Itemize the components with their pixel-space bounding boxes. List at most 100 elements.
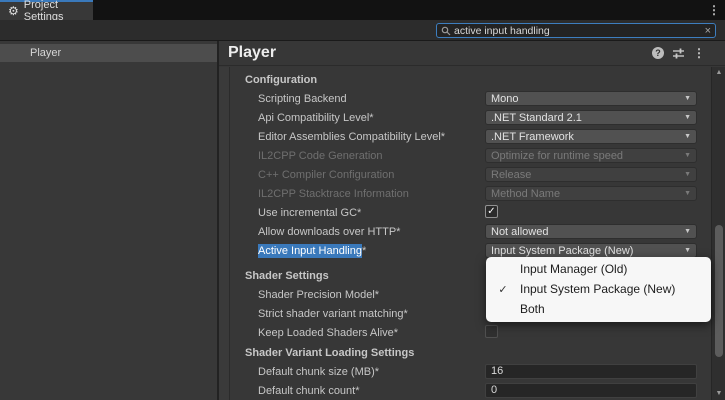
scroll-up-icon[interactable]: ▲ (712, 67, 725, 79)
row-control: 16 (485, 364, 697, 379)
dropdown-value: Not allowed (491, 226, 684, 238)
search-icon (441, 26, 451, 36)
checkbox[interactable]: ✓ (485, 205, 498, 218)
help-icon[interactable]: ? (652, 47, 664, 59)
row-label: Strict shader variant matching* (258, 308, 408, 320)
tab-strip: ⚙ Project Settings ⋮ (0, 0, 725, 20)
row-label: Shader Settings (245, 270, 329, 282)
window-body: Player Player ? ⋮ Configurati (0, 41, 725, 400)
chevron-down-icon: ▼ (684, 190, 691, 197)
tab-project-settings[interactable]: ⚙ Project Settings (0, 0, 93, 20)
vertical-scrollbar[interactable]: ▲ ▼ (711, 67, 725, 400)
dropdown-value: Input System Package (New) (491, 245, 684, 257)
row-label: IL2CPP Stacktrace Information (258, 188, 409, 200)
sidebar-item-label: Player (30, 47, 61, 59)
row-label: Default chunk size (MB)* (258, 366, 379, 378)
settings-row: Scripting Backend Mono▼ (219, 89, 711, 108)
settings-row: Allow downloads over HTTP* Not allowed▼ (219, 222, 711, 241)
settings-section-header: Shader Variant Loading Settings (219, 344, 711, 362)
search-box[interactable]: × (436, 23, 716, 38)
chevron-down-icon: ▼ (684, 114, 691, 121)
dropdown-value: Release (491, 169, 684, 181)
settings-section-header: Configuration (219, 71, 711, 89)
row-control: Not allowed▼ (485, 224, 697, 239)
row-control: .NET Framework▼ (485, 129, 697, 144)
active-input-handling-dropdown-menu: Input Manager (Old)✓Input System Package… (486, 257, 711, 322)
chevron-down-icon: ▼ (684, 152, 691, 159)
panel-header: Player ? ⋮ (219, 41, 725, 66)
dropdown-value: Mono (491, 93, 684, 105)
dropdown-field[interactable]: Input System Package (New)▼ (485, 243, 697, 258)
panel-kebab-menu-icon[interactable]: ⋮ (693, 47, 705, 59)
chevron-down-icon: ▼ (684, 171, 691, 178)
settings-row: IL2CPP Code Generation Optimize for runti… (219, 146, 711, 165)
row-label: Scripting Backend (258, 93, 347, 105)
tabstrip-kebab-menu-icon[interactable]: ⋮ (707, 3, 721, 17)
row-control: 0 (485, 383, 697, 398)
text-field[interactable]: 0 (485, 383, 697, 398)
settings-row: C++ Compiler Configuration Release▼ (219, 165, 711, 184)
settings-row: Use incremental GC* ✓ (219, 203, 711, 222)
row-label: Use incremental GC* (258, 207, 361, 219)
row-control: .NET Standard 2.1▼ (485, 110, 697, 125)
row-label: Configuration (245, 74, 317, 86)
row-control: Optimize for runtime speed▼ (485, 148, 697, 163)
gear-icon: ⚙ (8, 5, 19, 17)
row-label: Keep Loaded Shaders Alive* (258, 327, 398, 339)
settings-toolbar: × (0, 20, 725, 41)
dropdown-field[interactable]: .NET Standard 2.1▼ (485, 110, 697, 125)
settings-sidebar: Player (0, 41, 219, 400)
settings-rows: ConfigurationScripting BackendMono▼Api C… (219, 67, 711, 400)
row-label: Shader Precision Model* (258, 289, 379, 301)
settings-row: Api Compatibility Level* .NET Standard 2.… (219, 108, 711, 127)
dropdown-field: Release▼ (485, 167, 697, 182)
checkbox[interactable] (485, 325, 498, 338)
row-label: Allow downloads over HTTP* (258, 226, 400, 238)
row-label: Active Input Handling* (258, 245, 366, 257)
dropdown-field: Optimize for runtime speed▼ (485, 148, 697, 163)
settings-row: IL2CPP Stacktrace Information Method Name… (219, 184, 711, 203)
row-label: IL2CPP Code Generation (258, 150, 383, 162)
settings-row: Default chunk count* 0 (219, 381, 711, 400)
dropdown-value: .NET Framework (491, 131, 684, 143)
row-label: Api Compatibility Level* (258, 112, 374, 124)
row-control: Input System Package (New)▼ (485, 243, 697, 258)
row-label: Default chunk count* (258, 385, 360, 397)
row-control: Release▼ (485, 167, 697, 182)
check-icon: ✓ (486, 283, 520, 296)
chevron-down-icon: ▼ (684, 95, 691, 102)
row-control: Method Name▼ (485, 186, 697, 201)
row-control (485, 325, 697, 340)
search-input[interactable] (454, 25, 702, 37)
sidebar-item-player[interactable]: Player (0, 44, 217, 62)
text-field[interactable]: 16 (485, 364, 697, 379)
settings-row: Editor Assemblies Compatibility Level* .N… (219, 127, 711, 146)
dropdown-menu-item[interactable]: ✓Input System Package (New) (486, 279, 711, 299)
row-label: Editor Assemblies Compatibility Level* (258, 131, 445, 143)
menu-item-label: Input Manager (Old) (520, 262, 711, 276)
dropdown-value: .NET Standard 2.1 (491, 112, 684, 124)
player-settings-panel: Player ? ⋮ Configuration Scripting Backen… (219, 41, 725, 400)
dropdown-value: Optimize for runtime speed (491, 150, 684, 162)
scrollbar-thumb[interactable] (715, 225, 723, 357)
chevron-down-icon: ▼ (684, 133, 691, 140)
scroll-down-icon[interactable]: ▼ (712, 388, 725, 400)
row-control: Mono▼ (485, 91, 697, 106)
dropdown-menu-item[interactable]: Input Manager (Old) (486, 259, 711, 279)
search-match-highlight: Active Input Handling (258, 244, 362, 258)
menu-item-label: Input System Package (New) (520, 282, 711, 296)
dropdown-field: Method Name▼ (485, 186, 697, 201)
page-title: Player (228, 44, 652, 62)
dropdown-field[interactable]: .NET Framework▼ (485, 129, 697, 144)
header-icons: ? ⋮ (652, 47, 705, 60)
dropdown-field[interactable]: Not allowed▼ (485, 224, 697, 239)
dropdown-field[interactable]: Mono▼ (485, 91, 697, 106)
preset-icon[interactable] (672, 47, 685, 60)
settings-row: Keep Loaded Shaders Alive* (219, 323, 711, 342)
row-control: ✓ (485, 205, 697, 220)
row-label: C++ Compiler Configuration (258, 169, 394, 181)
dropdown-menu-item[interactable]: Both (486, 299, 711, 319)
clear-search-icon[interactable]: × (705, 26, 711, 36)
menu-item-label: Both (520, 302, 711, 316)
chevron-down-icon: ▼ (684, 247, 691, 254)
